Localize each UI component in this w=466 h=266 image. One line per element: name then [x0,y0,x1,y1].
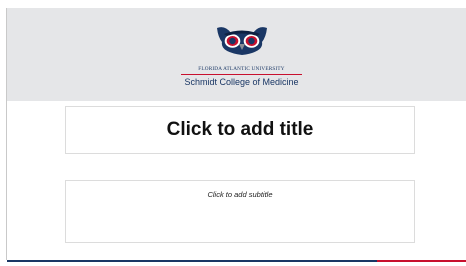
subtitle-placeholder-text: Click to add subtitle [207,190,273,199]
owl-logo-icon [217,27,267,55]
footer-blue-rule [7,260,377,262]
university-name: FLORIDA ATLANTIC UNIVERSITY [198,66,285,72]
college-name: Schmidt College of Medicine [184,77,299,87]
header-red-rule [181,74,302,75]
subtitle-placeholder[interactable]: Click to add subtitle [65,180,415,243]
title-placeholder[interactable]: Click to add title [65,106,415,154]
title-placeholder-text: Click to add title [166,119,314,140]
slide-canvas[interactable]: FLORIDA ATLANTIC UNIVERSITY Schmidt Coll… [0,0,466,266]
footer-red-rule [377,260,466,262]
